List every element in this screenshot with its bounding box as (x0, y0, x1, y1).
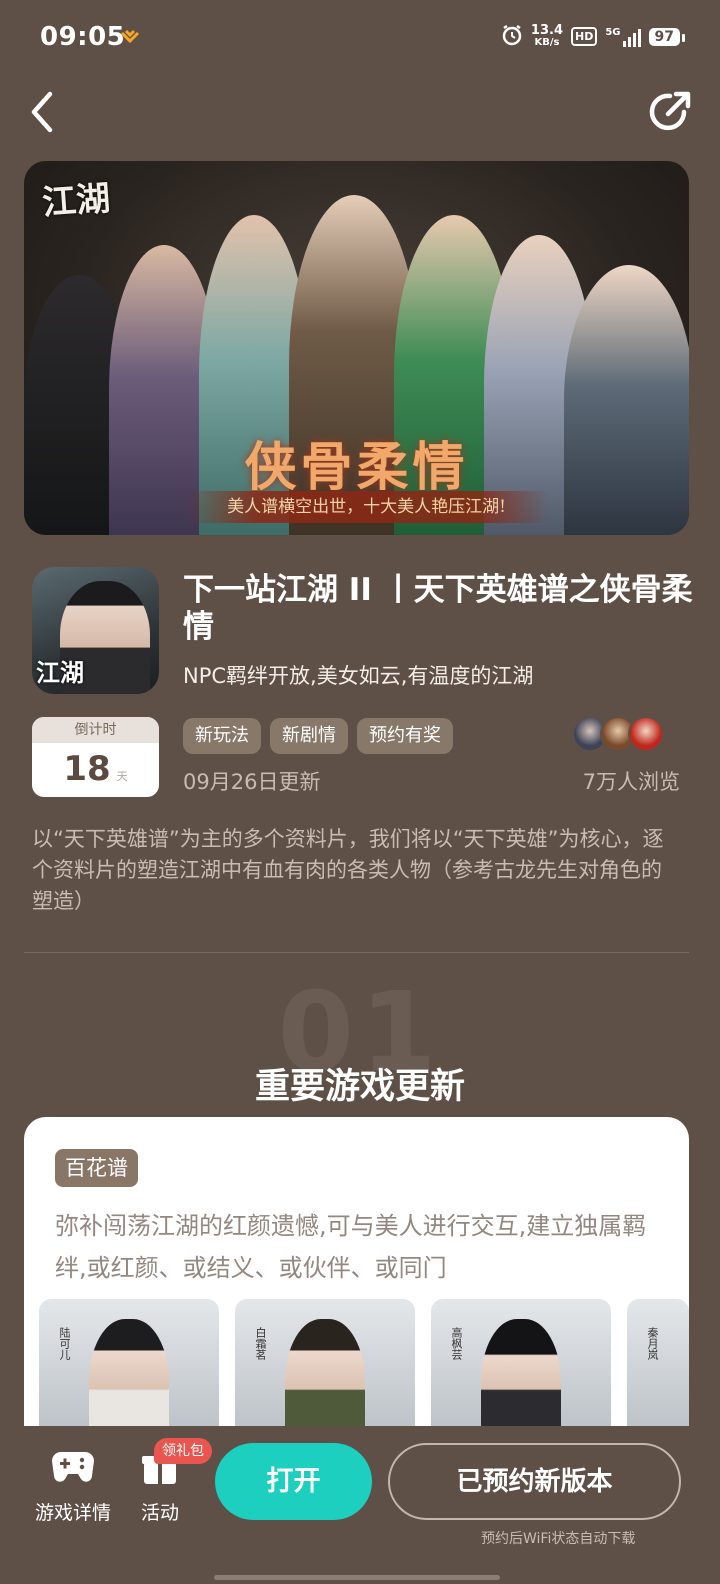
game-logo: 江湖 (40, 178, 112, 224)
countdown-label: 倒计时 (32, 717, 159, 743)
game-details-label: 游戏详情 (34, 1502, 111, 1524)
game-details-button[interactable]: 游戏详情 (28, 1446, 118, 1525)
portrait-name: 白霜茗 (254, 1327, 267, 1360)
tag-reserve-reward: 预约有奖 (357, 718, 453, 754)
countdown-unit: 天 (116, 770, 128, 783)
activity-label: 活动 (140, 1502, 179, 1524)
share-icon (649, 91, 691, 131)
app-title: 下一站江湖 II 丨天下英雄谱之侠骨柔情 (183, 572, 693, 645)
portrait-carousel[interactable]: 陆可儿 白霜茗 高枫芸 秦月岚 (39, 1299, 689, 1437)
card-description: 弥补闯荡江湖的红颜遗憾,可与美人进行交互,建立独属羁绊,或红颜、或结义、或伙伴、… (55, 1212, 647, 1282)
back-button[interactable] (24, 86, 76, 138)
portrait-name: 秦月岚 (646, 1327, 659, 1360)
network-speed-value: 13.4 (530, 22, 563, 38)
portrait-name: 陆可儿 (58, 1327, 71, 1360)
avatar (628, 716, 664, 752)
portrait-figure (481, 1319, 561, 1437)
status-bar: 09:05 13.4 KB/s HD 5G 97 (0, 0, 720, 76)
portrait-figure (285, 1319, 365, 1437)
update-date: 09月26日更新 (183, 770, 321, 794)
countdown-badge: 倒计时 18 天 (32, 717, 159, 797)
signal-icon: 5G (605, 26, 641, 47)
alarm-icon (501, 24, 523, 49)
portrait-card[interactable]: 高枫芸 (431, 1299, 611, 1437)
game-description: 以“天下英雄谱”为主的多个资料片，我们将以“天下英雄”为核心，逐个资料片的塑造江… (32, 827, 664, 913)
gift-badge[interactable]: 领礼包 (154, 1438, 212, 1464)
card-tag: 百花谱 (55, 1149, 138, 1187)
banner-title: 侠骨柔情 (244, 437, 469, 498)
home-indicator[interactable] (214, 1575, 500, 1580)
app-subtitle: NPC羁绊开放,美女如云,有温度的江湖 (183, 664, 534, 688)
update-card: 百花谱 弥补闯荡江湖的红颜遗憾,可与美人进行交互,建立独属羁绊,或红颜、或结义、… (24, 1117, 689, 1437)
bottom-action-bar: 游戏详情 活动 领礼包 打开 已预约新版本 预约后WiFi状态自动下载 (0, 1426, 720, 1584)
wifi-download-note: 预约后WiFi状态自动下载 (481, 1531, 636, 1547)
tag-new-story: 新剧情 (270, 718, 348, 754)
promo-banner[interactable]: 江湖 侠骨柔情 美人谱横空出世，十大美人艳压江湖! (24, 161, 689, 535)
open-button[interactable]: 打开 (215, 1443, 372, 1520)
portrait-card[interactable]: 陆可儿 (39, 1299, 219, 1437)
viewer-avatars (572, 716, 672, 752)
app-icon: 江湖 (32, 567, 159, 694)
portrait-figure (89, 1319, 169, 1437)
section-title: 重要游戏更新 (254, 1067, 465, 1107)
hd-badge: HD (571, 27, 598, 46)
countdown-value: 18 (63, 749, 111, 789)
share-button[interactable] (644, 86, 696, 138)
network-speed: 13.4 KB/s (530, 22, 563, 49)
tag-new-gameplay: 新玩法 (183, 718, 261, 754)
back-arrow-icon (31, 91, 53, 133)
feature-tags: 新玩法 新剧情 预约有奖 (183, 718, 453, 754)
network-type: 5G (605, 26, 621, 38)
countdown-value-row: 18 天 (32, 743, 159, 797)
portrait-card[interactable]: 白霜茗 (235, 1299, 415, 1437)
portrait-card[interactable]: 秦月岚 (627, 1299, 689, 1437)
app-icon-text: 江湖 (36, 658, 84, 687)
battery-indicator: 97 (648, 27, 686, 46)
divider (24, 952, 689, 953)
viewer-count: 7万人浏览 (582, 770, 680, 794)
portrait-name: 高枫芸 (450, 1327, 463, 1360)
banner-subtitle: 美人谱横空出世，十大美人艳压江湖! (184, 491, 549, 523)
status-time: 09:05 (40, 22, 126, 52)
reserved-version-button[interactable]: 已预约新版本 (388, 1443, 681, 1520)
notification-icon (120, 29, 140, 47)
gamepad-icon (52, 1452, 94, 1482)
network-speed-unit: KB/s (534, 36, 560, 48)
status-icons: 13.4 KB/s HD 5G 97 (501, 22, 686, 49)
